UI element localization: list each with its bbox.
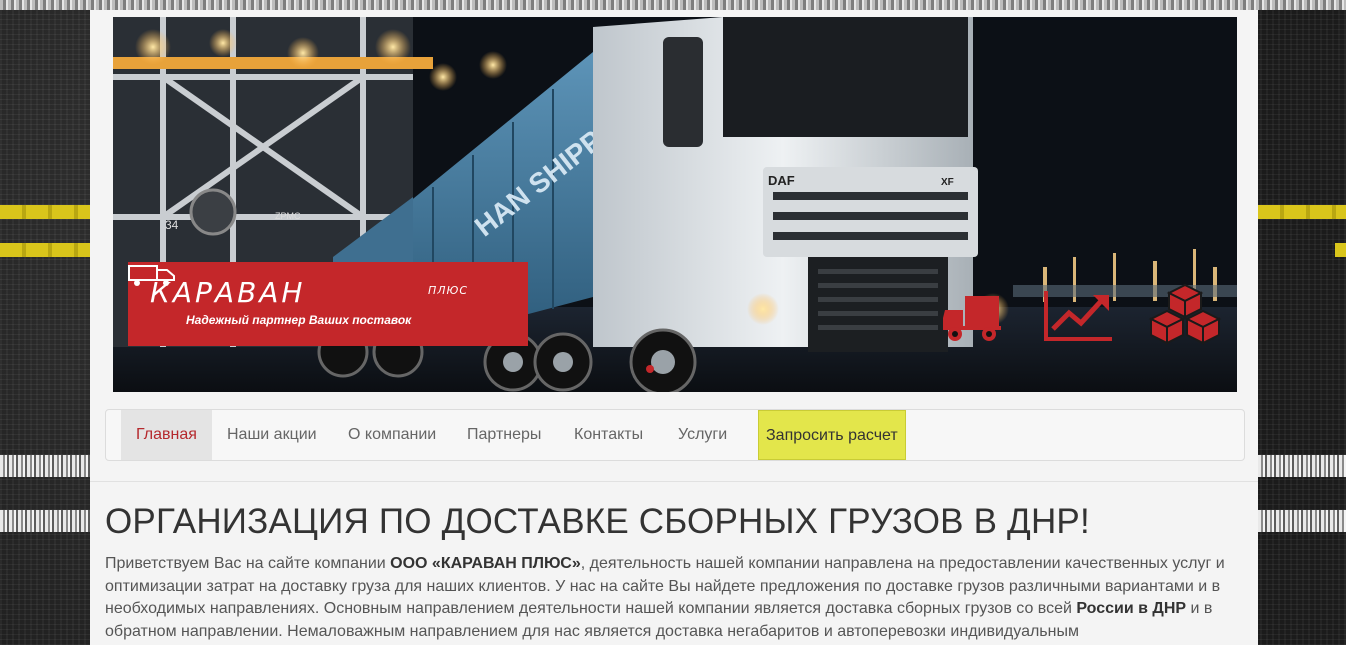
- road-marking-left: [0, 205, 90, 219]
- chart-up-icon: [1044, 291, 1112, 341]
- logo-suffix: ПЛЮС: [428, 284, 469, 297]
- nav-item-promotions[interactable]: Наши акции: [212, 410, 332, 460]
- lane-texture-right: [1258, 455, 1346, 477]
- lane-texture-right-2: [1258, 510, 1346, 532]
- lane-texture-left-2: [0, 510, 90, 532]
- logo-banner[interactable]: КАРАВАН ПЛЮС Надежный партнер Ваших пост…: [128, 262, 528, 346]
- nav-item-partners[interactable]: Партнеры: [452, 410, 556, 460]
- main-navbar: Главная Наши акции О компании Партнеры К…: [105, 409, 1245, 461]
- logo-tagline: Надежный партнер Ваших поставок: [186, 313, 412, 327]
- intro-company-name: ООО «КАРАВАН ПЛЮС»: [390, 555, 581, 572]
- road-marking-left-2: [0, 243, 90, 257]
- nav-item-about[interactable]: О компании: [333, 410, 451, 460]
- logo-truck-icon: [128, 265, 175, 286]
- hero-banner: 34 ZPMC HAN SHIPPING DAF XF КАРАВАН ПЛЮС…: [113, 17, 1237, 392]
- intro-region: России в ДНР: [1076, 600, 1187, 617]
- lane-texture-left: [0, 455, 90, 477]
- truck-badge: DAF: [768, 173, 795, 188]
- intro-paragraph: Приветствуем Вас на сайте компании ООО «…: [105, 553, 1240, 643]
- background-top-band: [0, 0, 1346, 10]
- crane-number: 34: [165, 218, 179, 232]
- intro-text-1: Приветствуем Вас на сайте компании: [105, 555, 391, 572]
- section-divider: [90, 481, 1258, 482]
- page-title: ОРГАНИЗАЦИЯ ПО ДОСТАВКЕ СБОРНЫХ ГРУЗОВ В…: [105, 502, 1090, 541]
- nav-item-home[interactable]: Главная: [121, 410, 212, 460]
- truck-model: XF: [941, 177, 954, 188]
- request-quote-button[interactable]: Запросить расчет: [758, 410, 906, 460]
- nav-item-services[interactable]: Услуги: [663, 410, 742, 460]
- boxes-icon: [1148, 283, 1222, 345]
- road-marking-right: [1258, 205, 1346, 219]
- page-container: 34 ZPMC HAN SHIPPING DAF XF КАРАВАН ПЛЮС…: [90, 10, 1258, 645]
- crane-brand: ZPMC: [275, 211, 301, 221]
- truck-icon: [943, 296, 1001, 341]
- road-marking-right-2: [1335, 243, 1346, 257]
- nav-item-contacts[interactable]: Контакты: [559, 410, 658, 460]
